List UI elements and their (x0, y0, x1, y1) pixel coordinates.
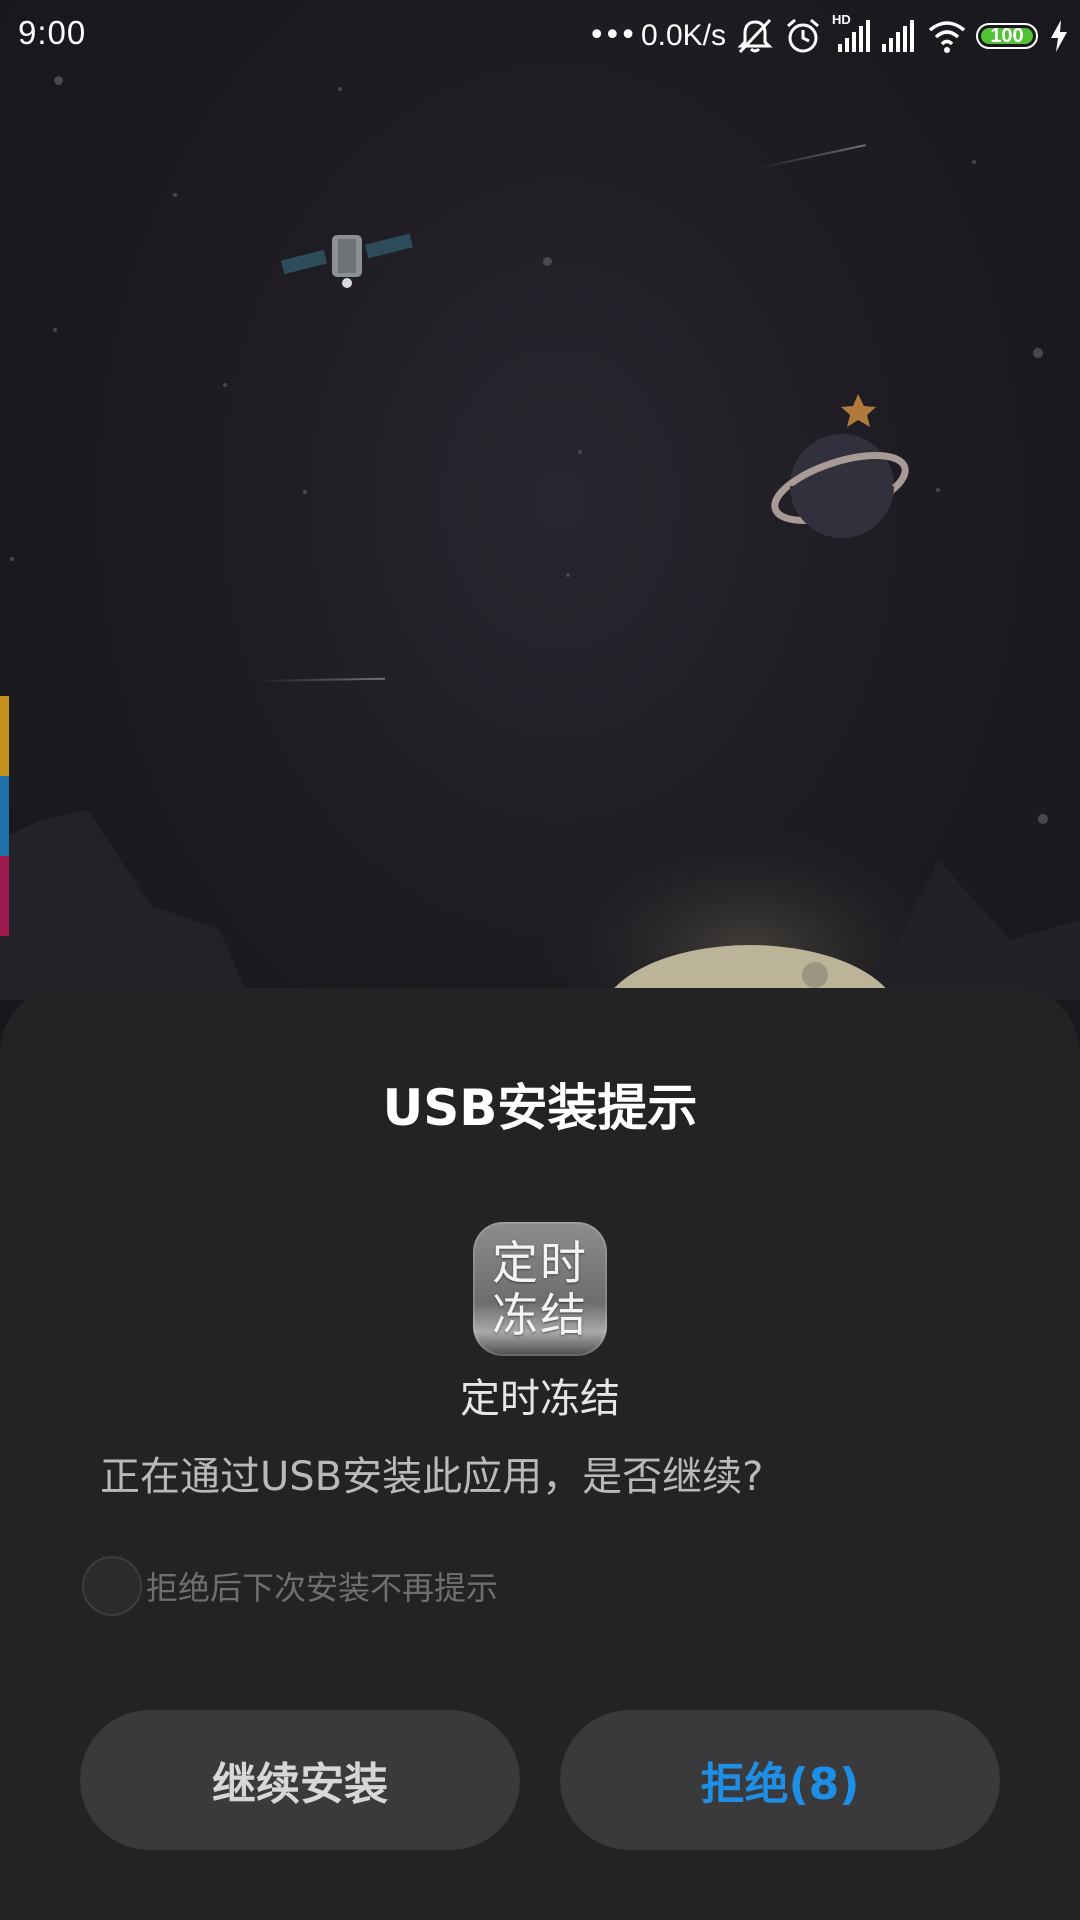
more-notifications-icon: ••• (587, 18, 637, 53)
star (173, 193, 177, 197)
meteor (757, 144, 866, 169)
app-icon-text-line: 定时 (492, 1236, 588, 1290)
mute-icon (736, 16, 774, 56)
signal-hd-icon: HD (832, 12, 870, 56)
battery-level: 100 (990, 25, 1024, 47)
star (566, 573, 570, 577)
dont-ask-again-label: 拒绝后下次安装不再提示 (146, 1569, 499, 1607)
star (936, 488, 940, 492)
satellite-illustration (280, 233, 414, 288)
app-icon: 定时 冻结 (473, 1222, 607, 1356)
stripe-magenta (0, 856, 9, 936)
usb-install-dialog: USB安装提示 定时 冻结 定时冻结 正在通过USB安装此应用，是否继续? 拒绝… (0, 988, 1080, 1920)
app-name: 定时冻结 (460, 1376, 620, 1422)
star (53, 328, 57, 332)
status-icons: ••• 0.0K/s HD 100 (587, 12, 1070, 58)
screen: 9:00 ••• 0.0K/s HD 100 USB安装提示 定时 冻结 定时冻… (0, 0, 1080, 1920)
star (303, 490, 307, 494)
dont-ask-again-option[interactable]: 拒绝后下次安装不再提示 (82, 1554, 498, 1618)
status-bar: 9:00 ••• 0.0K/s HD 100 (0, 0, 1080, 70)
star (543, 257, 552, 266)
alarm-icon (784, 16, 822, 56)
app-icon-text-line: 冻结 (492, 1288, 588, 1342)
hd-label: HD (832, 12, 851, 27)
planet-illustration (771, 394, 909, 538)
charging-icon (1048, 19, 1070, 53)
network-speed: 0.0K/s (640, 19, 726, 52)
stripe-yellow (0, 696, 9, 776)
continue-install-button[interactable]: 继续安装 (80, 1710, 520, 1850)
star (972, 160, 976, 164)
star (578, 450, 582, 454)
dialog-message: 正在通过USB安装此应用，是否继续? (100, 1454, 764, 1500)
battery-icon: 100 (976, 23, 1038, 49)
wifi-icon (928, 16, 966, 56)
star (1033, 348, 1043, 358)
status-time: 9:00 (18, 14, 87, 51)
reject-button[interactable]: 拒绝(8) (560, 1710, 1000, 1850)
star (338, 87, 342, 91)
dont-ask-again-checkbox[interactable] (82, 1556, 142, 1616)
star (223, 383, 227, 387)
star (10, 557, 14, 561)
star (54, 76, 63, 85)
stripe-blue (0, 776, 9, 856)
side-stripes (0, 696, 9, 936)
mountains-illustration (0, 810, 1080, 1020)
signal-icon (880, 16, 918, 56)
dialog-title: USB安装提示 (382, 1079, 698, 1137)
meteor (254, 677, 385, 682)
